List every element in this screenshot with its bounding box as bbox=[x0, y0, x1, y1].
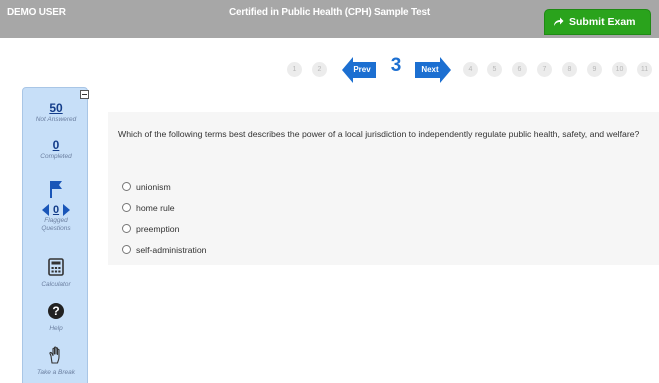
radio-button[interactable] bbox=[122, 245, 131, 254]
submit-exam-button[interactable]: Submit Exam bbox=[544, 9, 651, 35]
completed-stat[interactable]: 0 Completed bbox=[23, 138, 89, 160]
prev-button[interactable]: Prev bbox=[342, 57, 376, 83]
page-number-11[interactable]: 11 bbox=[637, 62, 652, 77]
page-number-10[interactable]: 10 bbox=[612, 62, 627, 77]
flagged-count[interactable]: 0 bbox=[53, 204, 59, 216]
page-number-8[interactable]: 8 bbox=[562, 62, 577, 77]
help-button[interactable]: ? Help bbox=[23, 302, 89, 333]
calculator-label: Calculator bbox=[41, 281, 71, 288]
flagged-label-1: Flagged bbox=[44, 217, 68, 224]
not-answered-label: Not Answered bbox=[35, 116, 77, 123]
flag-prev-icon[interactable] bbox=[41, 204, 49, 216]
option-self-administration[interactable]: self-administration bbox=[122, 239, 207, 260]
prev-label: Prev bbox=[353, 65, 371, 74]
take-a-break-button[interactable]: Take a Break bbox=[23, 346, 89, 377]
page-number-2[interactable]: 2 bbox=[312, 62, 327, 77]
completed-count[interactable]: 0 bbox=[23, 138, 89, 152]
svg-text:?: ? bbox=[52, 304, 59, 318]
radio-button[interactable] bbox=[122, 203, 131, 212]
flagged-label-2: Questions bbox=[41, 225, 71, 232]
page-number-5[interactable]: 5 bbox=[487, 62, 502, 77]
share-arrow-icon bbox=[554, 17, 564, 26]
next-label: Next bbox=[421, 65, 439, 74]
not-answered-stat[interactable]: 50 Not Answered bbox=[23, 101, 89, 123]
option-label: self-administration bbox=[136, 244, 207, 255]
exam-sidebar: 50 Not Answered 0 Completed 0 Flagged Qu… bbox=[22, 87, 89, 383]
page-number-6[interactable]: 6 bbox=[512, 62, 527, 77]
radio-button[interactable] bbox=[122, 182, 131, 191]
option-unionism[interactable]: unionism bbox=[122, 176, 207, 197]
collapse-icon[interactable] bbox=[80, 90, 89, 99]
next-button[interactable]: Next bbox=[415, 57, 451, 83]
option-preemption[interactable]: preemption bbox=[122, 218, 207, 239]
page-number-9[interactable]: 9 bbox=[587, 62, 602, 77]
flag-next-icon[interactable] bbox=[63, 204, 71, 216]
current-question-number: 3 bbox=[390, 55, 402, 76]
option-home-rule[interactable]: home rule bbox=[122, 197, 207, 218]
question-pagination: 1 2 Prev 3 Next 4 5 6 7 8 9 10 11 bbox=[0, 55, 659, 85]
completed-label: Completed bbox=[40, 153, 72, 160]
not-answered-count[interactable]: 50 bbox=[23, 101, 89, 115]
question-text: Which of the following terms best descri… bbox=[118, 129, 640, 139]
option-label: home rule bbox=[136, 202, 175, 213]
submit-exam-label: Submit Exam bbox=[569, 16, 636, 28]
flagged-questions: 0 Flagged Questions bbox=[23, 180, 89, 233]
radio-button[interactable] bbox=[122, 224, 131, 233]
calculator-button[interactable]: Calculator bbox=[23, 258, 89, 289]
option-label: unionism bbox=[136, 181, 171, 192]
top-bar: DEMO USER Certified in Public Health (CP… bbox=[0, 0, 659, 38]
calculator-icon bbox=[48, 258, 64, 276]
flag-navigator: 0 bbox=[23, 203, 89, 217]
help-icon: ? bbox=[48, 303, 64, 319]
hand-icon bbox=[49, 346, 60, 364]
help-label: Help bbox=[49, 325, 63, 332]
question-panel: Which of the following terms best descri… bbox=[108, 112, 659, 265]
answer-options: unionism home rule preemption self-admin… bbox=[122, 176, 207, 260]
option-label: preemption bbox=[136, 223, 180, 234]
page-number-4[interactable]: 4 bbox=[463, 62, 478, 77]
flag-icon[interactable] bbox=[49, 180, 63, 198]
page-number-7[interactable]: 7 bbox=[537, 62, 552, 77]
page-number-1[interactable]: 1 bbox=[287, 62, 302, 77]
take-a-break-label: Take a Break bbox=[36, 369, 76, 376]
